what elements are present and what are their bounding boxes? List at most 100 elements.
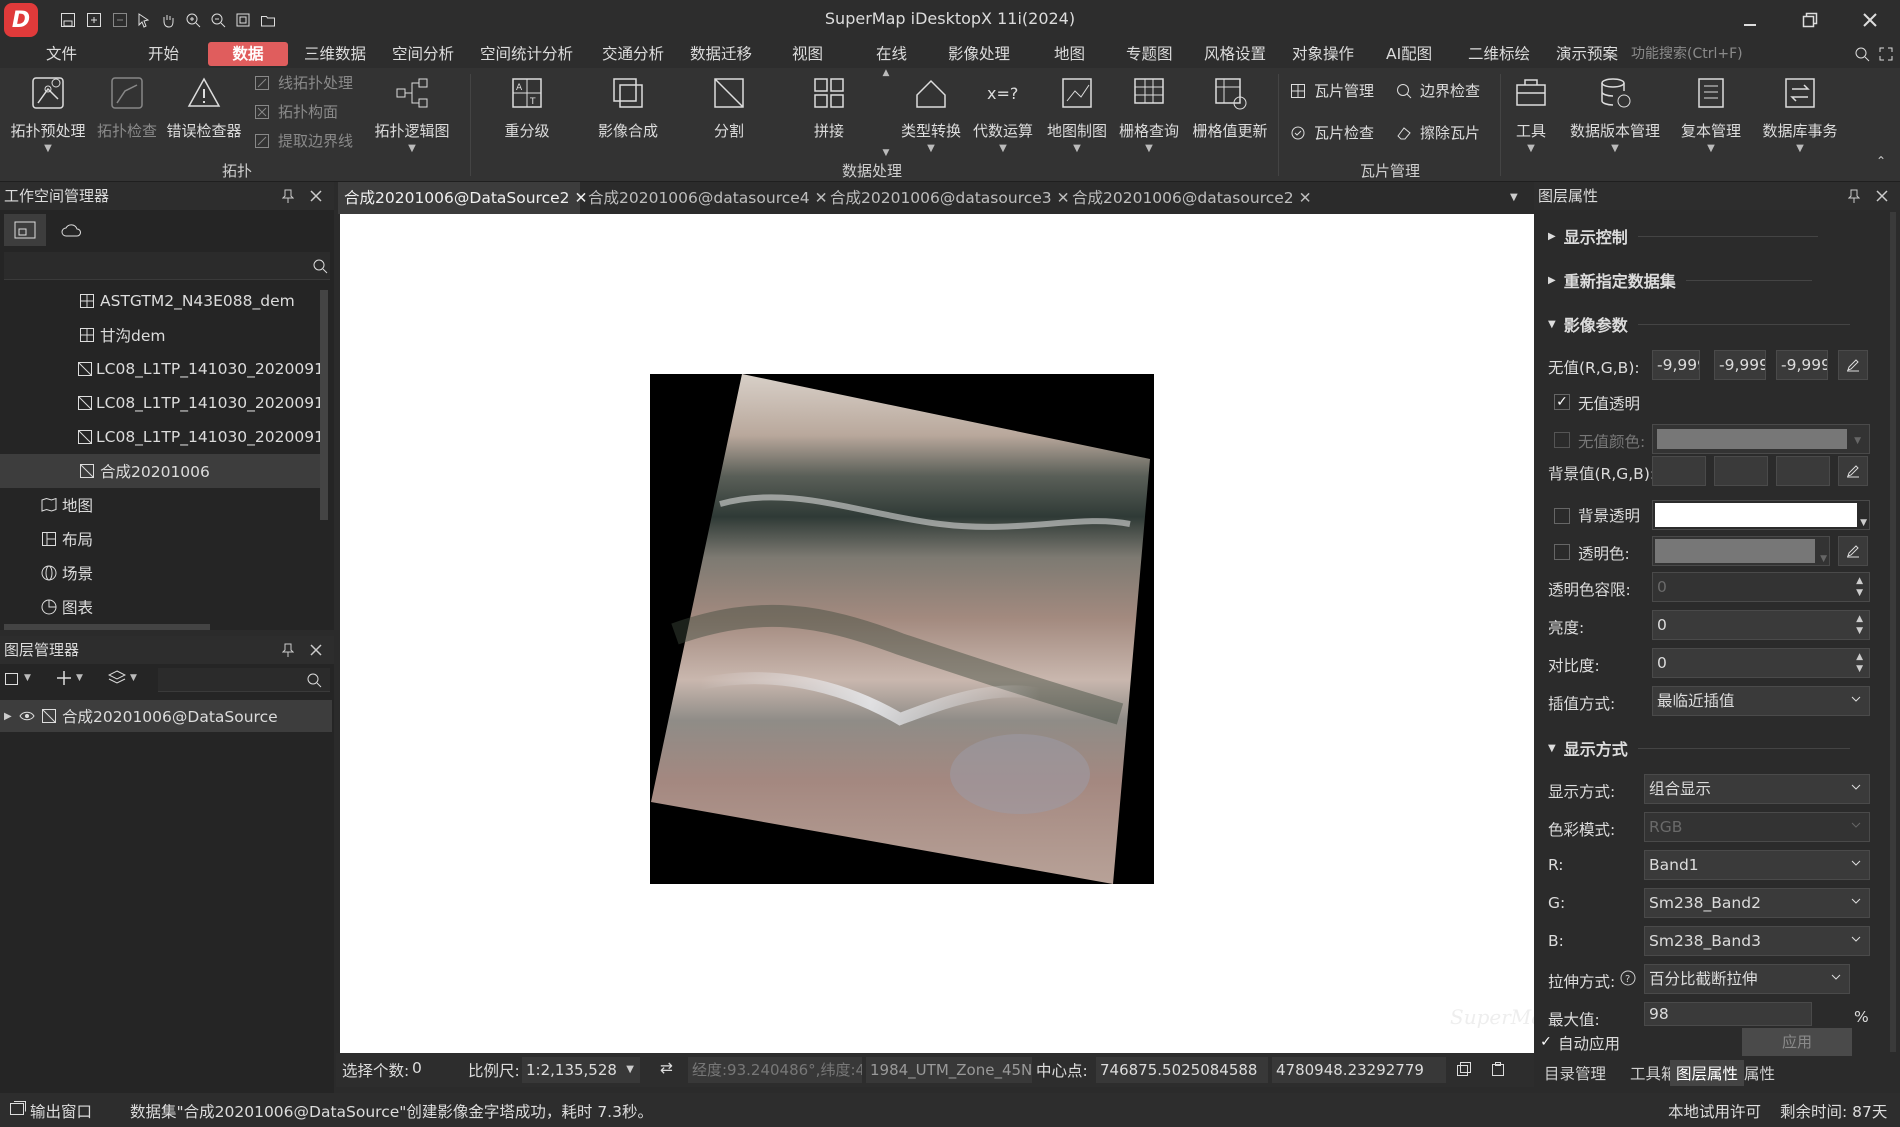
tree-item-dataset[interactable]: 甘沟dem xyxy=(0,318,322,352)
close-tab-icon[interactable]: ✕ xyxy=(1299,189,1312,207)
paste-coordinates-icon[interactable] xyxy=(1490,1061,1506,1077)
background-g-input[interactable] xyxy=(1714,456,1768,486)
section-display-mode[interactable]: ▼ 显示方式 xyxy=(1548,736,1850,760)
tree-item-charts[interactable]: 图表 xyxy=(0,590,322,624)
type-convert-button[interactable]: 类型转换 ▼ xyxy=(896,68,966,154)
transparent-color-checkbox[interactable] xyxy=(1554,544,1570,560)
section-reassign-dataset[interactable]: ▶ 重新指定数据集 xyxy=(1548,268,1812,292)
nodata-g-input[interactable]: -9,999 xyxy=(1714,350,1766,380)
center-y-field[interactable]: 4780948.23292779 xyxy=(1272,1057,1446,1083)
swap-coordinates-icon[interactable]: ⇄ xyxy=(660,1059,673,1077)
menu-3d-data[interactable]: 三维数据 xyxy=(298,42,372,66)
tree-horizontal-scrollbar[interactable] xyxy=(4,624,210,630)
color-mode-select[interactable]: RGB xyxy=(1644,812,1870,842)
boundary-check-button[interactable]: 边界检查 xyxy=(1394,80,1480,101)
layer-item[interactable]: ▶ 合成20201006@DataSource xyxy=(0,700,332,732)
menu-online[interactable]: 在线 xyxy=(870,42,913,66)
green-band-select[interactable]: Sm238_Band2 xyxy=(1644,888,1870,918)
menu-data-migration[interactable]: 数据迁移 xyxy=(684,42,758,66)
topo-check-button[interactable]: 拓扑检查 xyxy=(92,68,162,141)
close-window-button[interactable] xyxy=(1848,4,1892,36)
output-window-button[interactable]: 输出窗口 xyxy=(30,1100,92,1122)
tree-vertical-scrollbar[interactable] xyxy=(320,290,328,520)
interpolation-select[interactable]: 最临近插值 xyxy=(1652,686,1870,716)
display-mode-select[interactable]: 组合显示 xyxy=(1644,774,1870,804)
layer-new-button[interactable]: ▼ xyxy=(4,670,31,686)
auto-apply-checkbox[interactable]: ✓ xyxy=(1538,1034,1554,1050)
menu-style-settings[interactable]: 风格设置 xyxy=(1198,42,1272,66)
tools-button[interactable]: 工具 ▼ xyxy=(1506,68,1556,154)
ribbon-scroll[interactable]: ▲ ▼ xyxy=(880,68,892,158)
tab-datasource3[interactable]: 合成20201006@datasource3 ✕ xyxy=(824,182,1070,214)
menu-traffic-analysis[interactable]: 交通分析 xyxy=(596,42,670,66)
section-image-params[interactable]: ▼ 影像参数 xyxy=(1548,312,1850,336)
search-icon[interactable] xyxy=(306,672,322,688)
menu-ai-map[interactable]: AI配图 xyxy=(1380,42,1438,66)
line-topo-process-button[interactable]: 线拓扑处理 xyxy=(252,72,353,93)
tab-datasource4[interactable]: 合成20201006@datasource4 ✕ xyxy=(582,182,828,214)
transparent-color-picker[interactable]: ▼ xyxy=(1652,536,1830,566)
tree-item-dataset[interactable]: LC08_L1TP_141030_20200918 xyxy=(0,352,322,386)
brightness-spinner[interactable]: 0 ▲ ▼ xyxy=(1652,610,1870,640)
tab-datasource2[interactable]: 合成20201006@datasource2 ✕ xyxy=(1066,182,1312,214)
copy-coordinates-icon[interactable] xyxy=(1456,1061,1472,1077)
tree-item-dataset[interactable]: LC08_L1TP_141030_20200918 xyxy=(0,386,322,420)
collapse-ribbon-icon[interactable]: ⌃ xyxy=(1876,154,1886,168)
nodata-color-picker[interactable]: ▼ xyxy=(1652,424,1870,454)
help-icon[interactable]: ? xyxy=(1620,970,1636,986)
fullscreen-icon[interactable] xyxy=(1878,46,1894,62)
menu-spatial-statistics[interactable]: 空间统计分析 xyxy=(474,42,579,66)
layer-style-button[interactable]: ▼ xyxy=(108,670,137,686)
menu-start[interactable]: 开始 xyxy=(142,42,185,66)
raster-query-button[interactable]: 栅格查询 ▼ xyxy=(1114,68,1184,154)
blue-band-select[interactable]: Sm238_Band3 xyxy=(1644,926,1870,956)
background-b-input[interactable] xyxy=(1776,456,1830,486)
tree-item-layouts[interactable]: 布局 xyxy=(0,522,322,556)
topo-preprocess-button[interactable]: 拓扑预处理 ▼ xyxy=(8,68,88,154)
search-icon[interactable] xyxy=(312,258,328,274)
split-button[interactable]: 分割 xyxy=(694,68,764,141)
error-checker-button[interactable]: 错误检查器 xyxy=(164,68,244,141)
minimize-button[interactable] xyxy=(1728,4,1772,36)
apply-button[interactable]: 应用 xyxy=(1742,1028,1852,1056)
online-resources-tab[interactable] xyxy=(54,214,90,246)
nodata-color-checkbox[interactable] xyxy=(1554,432,1570,448)
nodata-r-input[interactable]: -9,999 xyxy=(1652,350,1700,380)
tree-item-dataset-selected[interactable]: 合成20201006 xyxy=(0,454,322,488)
raster-update-button[interactable]: 栅格值更新 xyxy=(1188,68,1272,141)
menu-spatial-analysis[interactable]: 空间分析 xyxy=(386,42,460,66)
spinner-arrows-icon[interactable]: ▲ ▼ xyxy=(1856,651,1863,675)
menu-presentation[interactable]: 演示预案 xyxy=(1550,42,1624,66)
pin-icon[interactable] xyxy=(278,636,298,664)
tab-layer-properties[interactable]: 图层属性 xyxy=(1670,1060,1745,1086)
tree-item-maps[interactable]: 地图 xyxy=(0,488,322,522)
spinner-arrows-icon[interactable]: ▲ ▼ xyxy=(1856,613,1863,637)
menu-image-processing[interactable]: 影像处理 xyxy=(942,42,1016,66)
menu-object-operation[interactable]: 对象操作 xyxy=(1286,42,1360,66)
topo-logic-graph-button[interactable]: 拓扑逻辑图 ▼ xyxy=(372,68,452,154)
menu-thematic-map[interactable]: 专题图 xyxy=(1120,42,1179,66)
visibility-eye-icon[interactable] xyxy=(18,707,36,725)
map-view[interactable]: SuperMap xyxy=(340,214,1534,1053)
replica-button[interactable]: 复本管理 ▼ xyxy=(1670,68,1752,154)
tab-catalog[interactable]: 目录管理 xyxy=(1544,1062,1606,1084)
close-icon[interactable] xyxy=(1872,182,1892,210)
pick-background-button[interactable] xyxy=(1838,456,1868,486)
tab-list-dropdown-icon[interactable]: ▼ xyxy=(1510,192,1518,203)
erase-tile-button[interactable]: 擦除瓦片 xyxy=(1394,122,1480,143)
workspace-tree-tab[interactable] xyxy=(4,214,46,246)
search-icon[interactable] xyxy=(1854,46,1870,62)
close-icon[interactable] xyxy=(306,182,326,210)
contrast-spinner[interactable]: 0 ▲ ▼ xyxy=(1652,648,1870,678)
tree-item-scenes[interactable]: 场景 xyxy=(0,556,322,590)
tab-datasource2-active[interactable]: 合成20201006@DataSource2 ✕ xyxy=(338,182,587,214)
tile-check-button[interactable]: 瓦片检查 xyxy=(1288,122,1374,143)
function-search-input[interactable]: 功能搜索(Ctrl+F) xyxy=(1627,43,1865,65)
tolerance-spinner[interactable]: 0 ▲ ▼ xyxy=(1652,572,1870,602)
topo-build-polygon-button[interactable]: 拓扑构面 xyxy=(252,101,338,122)
pick-transparent-color-button[interactable] xyxy=(1838,536,1868,566)
tree-item-dataset[interactable]: LC08_L1TP_141030_20200918 xyxy=(0,420,322,454)
properties-scrollbar[interactable] xyxy=(1890,212,1896,1052)
extract-boundary-button[interactable]: 提取边界线 xyxy=(252,130,353,151)
layer-search-input[interactable] xyxy=(158,668,330,692)
